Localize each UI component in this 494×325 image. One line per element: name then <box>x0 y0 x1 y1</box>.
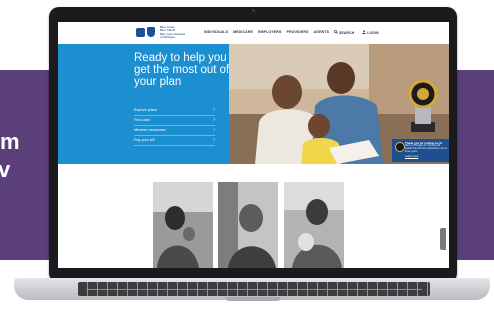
chevron-right-icon: › <box>213 127 215 133</box>
quick-link-label: Pay your bill <box>134 138 155 142</box>
logo-wordmark: Blue Cross Blue Shield Blue Care Network… <box>160 25 185 40</box>
quick-link-member-resources[interactable]: Member resources › <box>134 127 215 136</box>
award-learn-more-link[interactable]: Learn more <box>405 155 418 158</box>
backdrop-text-line2: v <box>0 157 11 182</box>
award-seal-icon <box>395 142 405 152</box>
quick-link-label: Member resources <box>134 128 166 132</box>
quick-link-label: Find care <box>134 118 150 122</box>
feedback-side-tab[interactable] <box>440 228 446 250</box>
hero-headline: Ready to help you get the most out of yo… <box>134 52 230 88</box>
quick-link-explore-plans[interactable]: Explore plans › <box>134 107 215 116</box>
quick-link-pay-bill[interactable]: Pay your bill › <box>134 137 215 146</box>
woman-baby-photo <box>284 182 344 268</box>
award-body: Rank in Michigan for Commercial Health P… <box>405 144 447 153</box>
laptop-screen: Blue Cross Blue Shield Blue Care Network… <box>58 22 449 268</box>
nav-employers[interactable]: EMPLOYERS <box>258 30 281 34</box>
quick-link-label: Explore plans <box>134 108 158 112</box>
nav-providers[interactable]: PROVIDERS <box>287 30 309 34</box>
mother-child-photo <box>153 182 213 268</box>
login-link[interactable]: LOGIN <box>362 30 379 35</box>
gallery-photo-woman-baby[interactable] <box>284 182 344 268</box>
webcam <box>252 9 255 12</box>
cross-logo-icon <box>136 27 145 37</box>
search-link[interactable]: SEARCH <box>334 30 354 35</box>
gallery-photo-smiling-man[interactable] <box>218 182 278 268</box>
search-icon <box>334 30 339 35</box>
search-label: SEARCH <box>339 31 355 35</box>
nav-agents[interactable]: AGENTS <box>314 30 330 34</box>
smiling-man-photo <box>218 182 278 268</box>
laptop-hinge-notch <box>225 297 281 301</box>
chevron-right-icon: › <box>213 137 215 143</box>
backdrop-partial-text: m v <box>0 128 20 184</box>
shield-logo-icon <box>147 27 155 37</box>
nav-individuals[interactable]: INDIVIDUALS <box>204 30 228 34</box>
nav-medicare[interactable]: MEDICARE <box>233 30 253 34</box>
header-utilities: SEARCH LOGIN <box>334 30 379 35</box>
brand-logo[interactable] <box>136 27 155 37</box>
site-header: Blue Cross Blue Shield Blue Care Network… <box>58 22 449 45</box>
chevron-right-icon: › <box>213 107 215 113</box>
hero-quick-links: Explore plans › Find care › Member resou… <box>134 107 215 147</box>
login-label: LOGIN <box>367 31 379 35</box>
backdrop-text-line1: m <box>0 129 20 154</box>
main-nav: INDIVIDUALS MEDICARE EMPLOYERS PROVIDERS… <box>204 30 329 34</box>
gallery-photo-mother-child[interactable] <box>153 182 213 268</box>
chevron-right-icon: › <box>213 117 215 123</box>
award-card[interactable]: Thank you for ranking us #1 Rank in Mich… <box>392 139 449 162</box>
user-icon <box>362 30 366 34</box>
quick-link-find-care[interactable]: Find care › <box>134 117 215 126</box>
keyboard-row-divider <box>86 289 422 290</box>
logo-text-line: of Michigan <box>160 35 176 40</box>
